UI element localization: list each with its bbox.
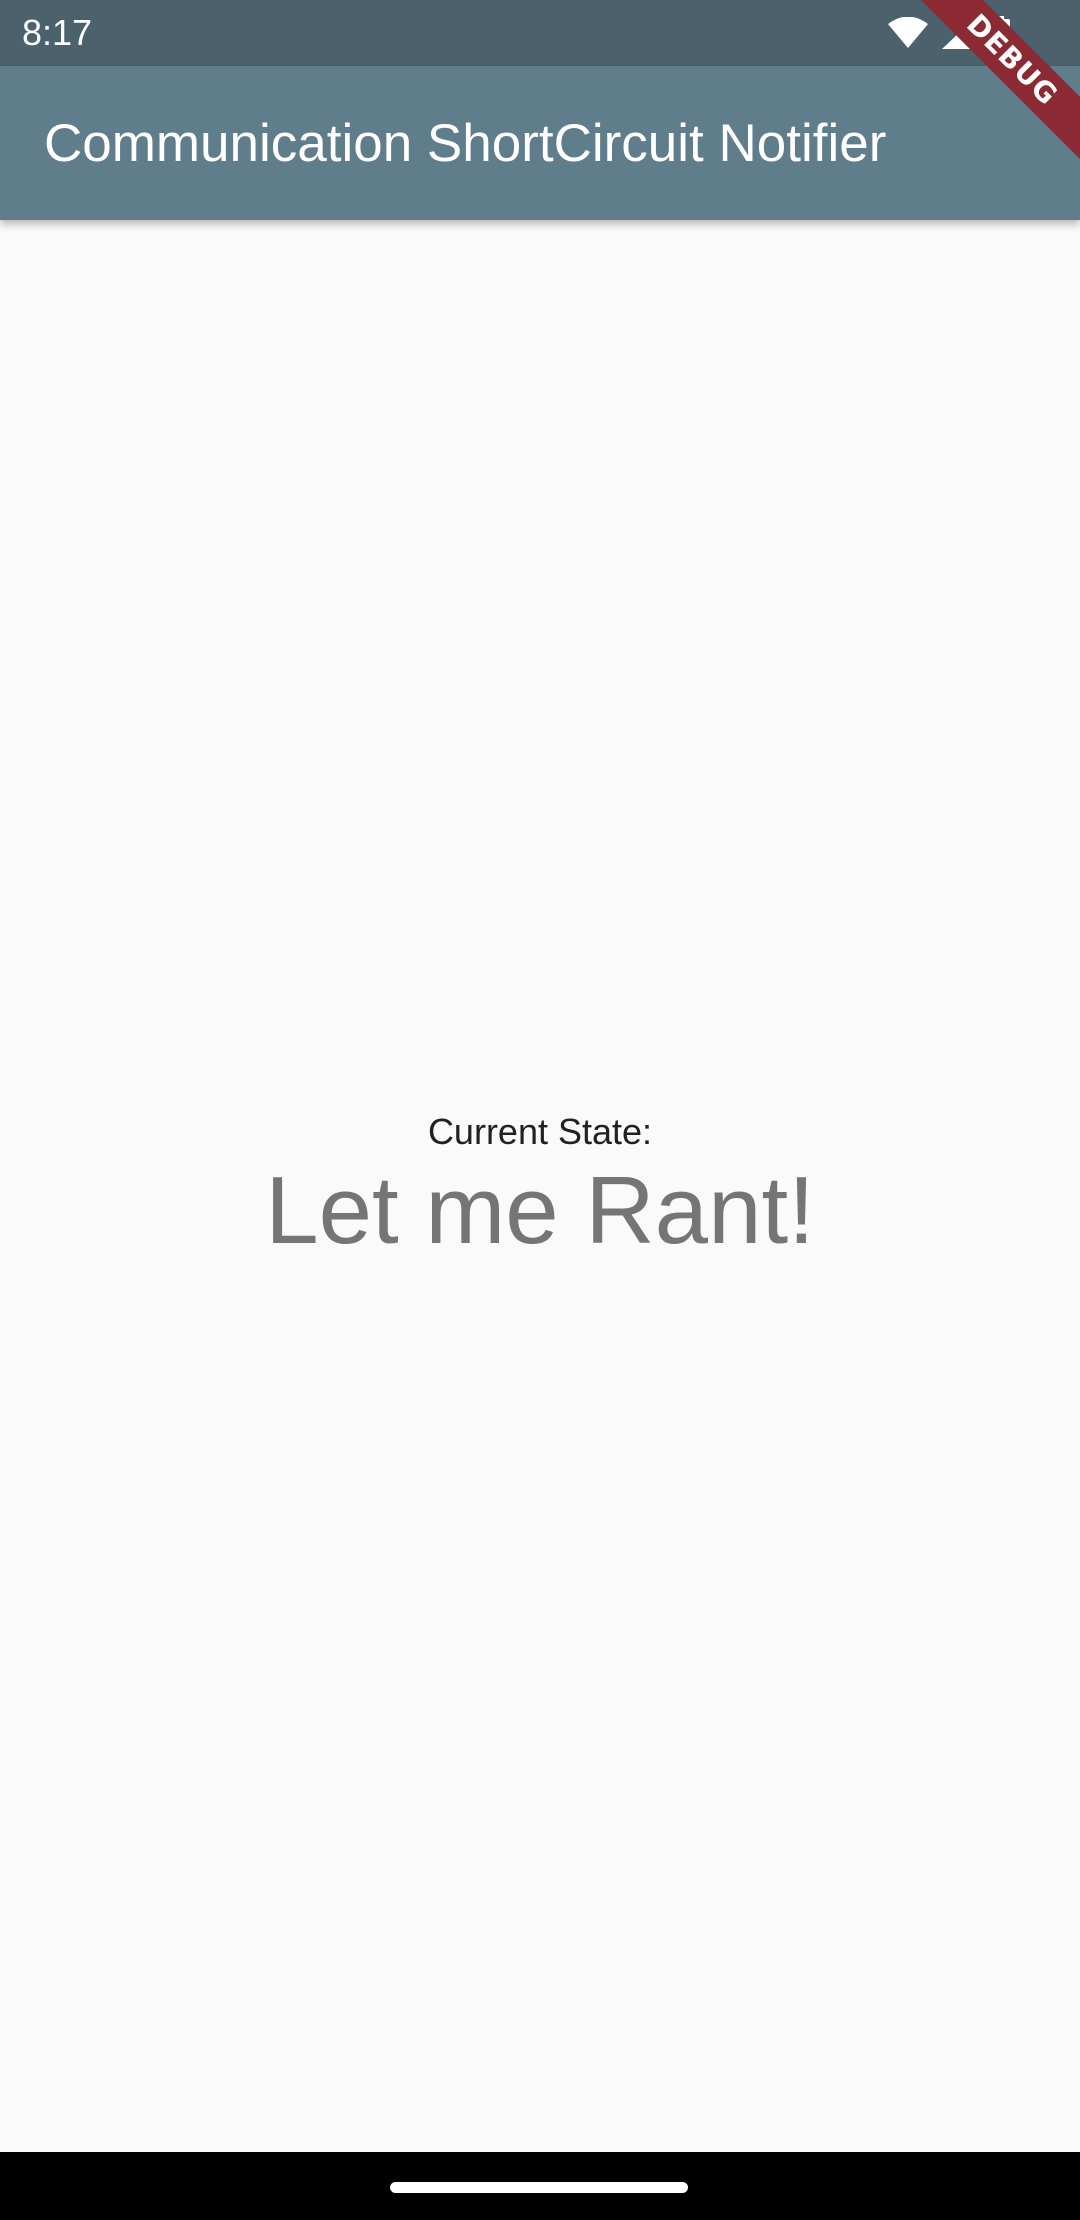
navigation-bar xyxy=(0,2152,1080,2220)
status-bar: 8:17 xyxy=(0,0,1080,66)
app-bar: Communication ShortCircuit Notifier xyxy=(0,66,1080,220)
signal-icon xyxy=(942,17,976,49)
battery-icon xyxy=(990,16,1010,50)
status-time: 8:17 xyxy=(22,12,93,53)
app-title: Communication ShortCircuit Notifier xyxy=(44,113,887,173)
home-gesture-handle[interactable] xyxy=(390,2182,688,2193)
current-state-label: Current State: xyxy=(427,1111,653,1152)
main-content: Current State: Let me Rant! xyxy=(0,220,1080,2152)
current-state-value: Let me Rant! xyxy=(265,1157,815,1264)
wifi-icon xyxy=(888,17,928,49)
app-screen: 8:17 Communication ShortCircuit Notifier… xyxy=(0,0,1080,2220)
status-icons xyxy=(888,16,1010,50)
